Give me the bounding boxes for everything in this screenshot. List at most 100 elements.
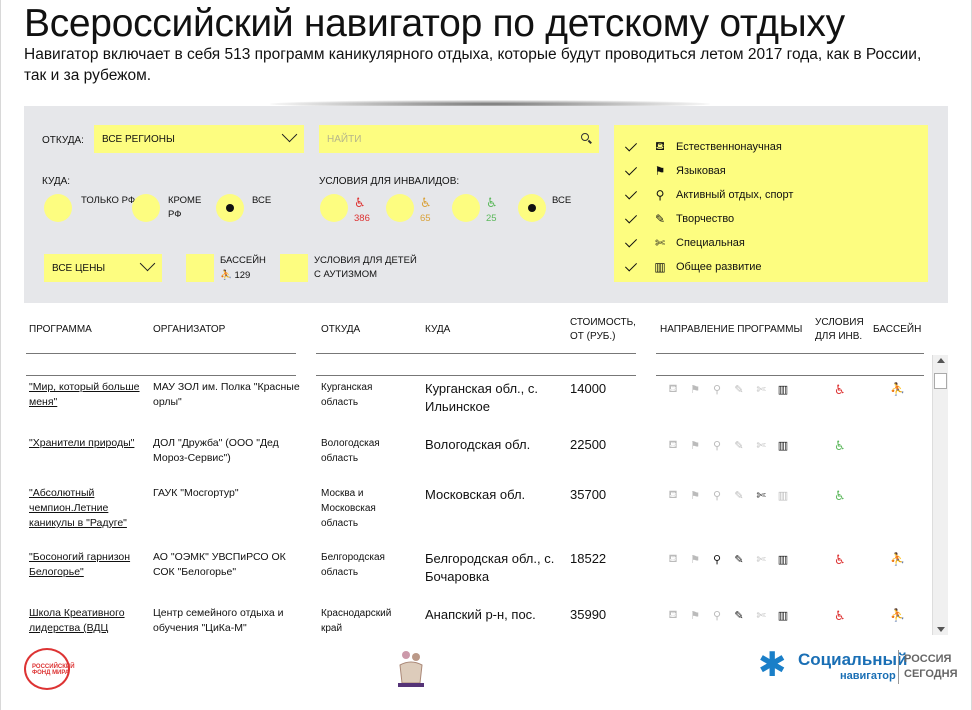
flag-icon: ⚑ <box>690 384 700 396</box>
page-lead: Навигатор включает в себя 513 программ к… <box>24 46 922 84</box>
direction-item-science[interactable]: ⛾ Естественнонаучная <box>624 135 918 159</box>
cost-cell: 14000 <box>570 381 607 396</box>
program-link[interactable]: "Абсолютный чемпион.Летние каникулы в "Р… <box>29 486 149 531</box>
book-icon: ▥ <box>654 260 666 274</box>
chevron-down-icon <box>281 126 298 143</box>
bicycle-icon: ⚲ <box>712 440 722 452</box>
cost-cell: 22500 <box>570 437 607 452</box>
directions-filter: ⛾ Естественнонаучная ⚑ Языковая ⚲ Активн… <box>614 125 928 282</box>
col-header-to[interactable]: Куда <box>425 323 450 337</box>
scroll-up-icon[interactable] <box>937 358 945 363</box>
book-icon: ▥ <box>777 384 789 396</box>
direction-label: Специальная <box>676 237 745 249</box>
brand-sub: навигатор <box>840 670 896 682</box>
program-link[interactable]: Школа Креативного лидерства (ВДЦ <box>29 606 149 636</box>
scroll-thumb[interactable] <box>934 373 947 389</box>
to-cell: Анапский р-н, пос. <box>425 607 536 622</box>
palette-icon: ✎ <box>734 440 744 452</box>
direction-item-language[interactable]: ⚑ Языковая <box>624 159 918 183</box>
program-link[interactable]: "Мир, который больше меня" <box>29 380 149 410</box>
wheelchair-icon: ♿ <box>834 488 846 503</box>
page-title: Всероссийский навигатор по детскому отды… <box>24 2 845 45</box>
brand-main: Социальный <box>798 650 908 669</box>
snowflake-icon: ✱ <box>758 646 787 684</box>
book-icon: ▥ <box>777 610 789 622</box>
from-dropdown-value: Все регионы <box>102 134 175 145</box>
swimmer-icon: ⛹ <box>890 552 905 566</box>
direction-label: Общее развитие <box>676 261 762 273</box>
from-cell: Белгородская область <box>321 552 385 578</box>
fish-icon: ⛾ <box>668 439 678 451</box>
palette-icon: ✎ <box>734 554 744 566</box>
program-link[interactable]: "Хранители природы" <box>29 436 149 451</box>
cost-cell: 35700 <box>570 487 607 502</box>
wheelchair-green-icon: ♿ <box>486 195 498 210</box>
autism-checkbox[interactable] <box>280 254 308 282</box>
pool-checkbox[interactable] <box>186 254 214 282</box>
direction-item-sport[interactable]: ⚲ Активный отдых, спорт <box>624 183 918 207</box>
col-header-program[interactable]: Программа <box>29 323 92 337</box>
bicycle-icon: ⚲ <box>712 384 722 396</box>
peace-fund-logo: РОССИЙСКИЙ ФОНД МИРА <box>24 648 75 690</box>
price-dropdown[interactable]: Все цены <box>44 254 162 282</box>
palette-icon: ✎ <box>734 490 744 502</box>
to-option-russia-label: Только РФ <box>81 195 136 206</box>
search-icon <box>581 133 589 141</box>
program-link[interactable]: "Босоногий гарнизон Белогорье" <box>29 550 149 580</box>
direction-icons: ⛾ ⚑ ⚲ ✎ ✄ ▥ <box>664 609 792 623</box>
palette-icon: ✎ <box>654 212 666 226</box>
search-input[interactable]: Найти <box>319 125 599 153</box>
wrench-icon: ✄ <box>756 610 766 622</box>
disabled-option-green-radio[interactable] <box>452 194 480 222</box>
from-cell: Курганская область <box>321 382 373 408</box>
flag-icon: ⚑ <box>654 164 666 178</box>
bicycle-icon: ⚲ <box>712 554 722 566</box>
filter-panel: Откуда: Все регионы Найти Куда: Только Р… <box>24 106 948 303</box>
disabled-option-all-radio[interactable] <box>518 194 546 222</box>
wrench-icon: ✄ <box>654 236 666 250</box>
col-header-organizer[interactable]: Организатор <box>153 323 225 337</box>
to-cell: Московская обл. <box>425 487 526 502</box>
disabled-option-red-radio[interactable] <box>320 194 348 222</box>
header-divider <box>316 353 636 354</box>
checkbox-checked-icon <box>624 237 638 249</box>
from-dropdown[interactable]: Все регионы <box>94 125 304 153</box>
to-option-abroad-radio[interactable] <box>132 194 160 222</box>
pool-count-row: ⛹ 129 <box>220 269 250 283</box>
swimmer-icon: ⛹ <box>890 382 905 396</box>
chevron-down-icon <box>139 255 156 272</box>
checkbox-checked-icon <box>624 165 638 177</box>
from-cell: Вологодская область <box>321 438 380 464</box>
to-option-russia-radio[interactable] <box>44 194 72 222</box>
bicycle-icon: ⚲ <box>712 490 722 502</box>
organizer-cell: ГАУК "Мосгортур" <box>153 487 239 499</box>
direction-icons: ⛾ ⚑ ⚲ ✎ ✄ ▥ <box>664 439 792 453</box>
brand-separator <box>898 650 899 684</box>
pool-count: 129 <box>234 270 251 281</box>
direction-icons: ⛾ ⚑ ⚲ ✎ ✄ ▥ <box>664 489 792 503</box>
wrench-icon: ✄ <box>756 440 766 452</box>
direction-label: Активный отдых, спорт <box>676 189 794 201</box>
from-cell: Москва и Московская область <box>321 488 376 529</box>
disabled-orange-count: 65 <box>420 213 431 224</box>
to-option-all-radio[interactable] <box>216 194 244 222</box>
cost-cell: 35990 <box>570 607 607 622</box>
to-cell: Белгородская обл., с. Бочаровка <box>425 551 555 584</box>
col-header-disabled: Условия для инв. <box>815 317 864 342</box>
wheelchair-icon: ♿ <box>834 608 846 623</box>
flag-icon: ⚑ <box>690 440 700 452</box>
palette-icon: ✎ <box>734 384 744 396</box>
to-option-abroad-label: Кроме РФ <box>168 195 202 220</box>
scroll-down-icon[interactable] <box>937 627 945 632</box>
table-scrollbar[interactable] <box>932 355 948 635</box>
wrench-icon: ✄ <box>756 554 766 566</box>
direction-item-general[interactable]: ▥ Общее развитие <box>624 255 918 279</box>
to-option-all-label: Все <box>252 195 272 206</box>
direction-item-creative[interactable]: ✎ Творчество <box>624 207 918 231</box>
disabled-option-yellow-radio[interactable] <box>386 194 414 222</box>
direction-item-special[interactable]: ✄ Специальная <box>624 231 918 255</box>
from-label: Откуда: <box>42 135 84 146</box>
palette-icon: ✎ <box>734 610 744 622</box>
col-header-from[interactable]: Откуда <box>321 323 360 337</box>
col-header-cost[interactable]: Стоимость, от (руб.) <box>570 316 640 344</box>
